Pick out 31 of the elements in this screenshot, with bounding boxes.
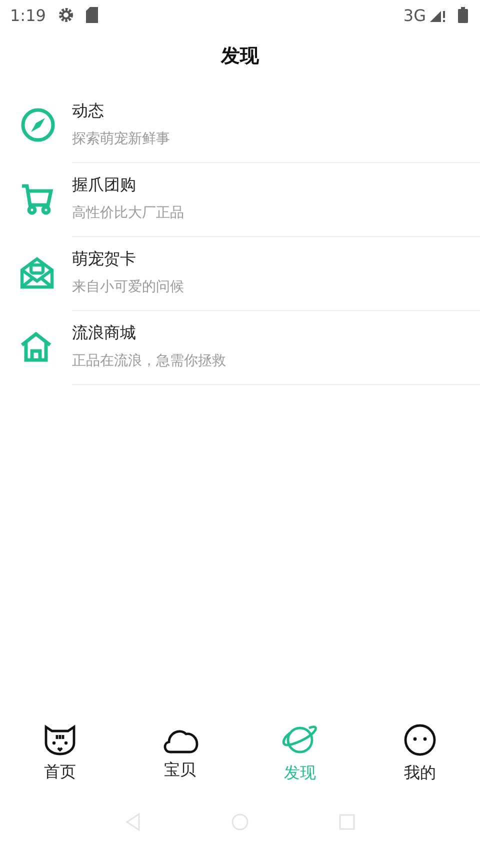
menu-item[interactable]: 握爪团购 高性价比大厂正品 [0,162,480,236]
recents-icon [339,814,355,830]
item-subtitle: 正品在流浪，急需你拯救 [72,352,227,370]
battery-icon [458,7,468,23]
item-subtitle: 高性价比大厂正品 [72,204,185,222]
item-title: 动态 [72,101,105,122]
item-title: 流浪商城 [72,323,137,344]
menu-item[interactable]: 流浪商城 正品在流浪，急需你拯救 [0,310,480,384]
settings-icon [58,7,74,23]
item-title: 握爪团购 [72,175,137,196]
tab[interactable]: 首页 [0,715,120,791]
tab[interactable]: 宝贝 [120,715,240,791]
network-type: 3G [403,6,426,24]
face-icon [403,722,437,756]
envelope-icon [20,256,54,290]
house-icon [20,331,52,363]
back-icon [125,813,141,831]
page-title: 发现 [220,44,260,69]
signal-icon [430,8,446,22]
cart-icon [20,183,54,215]
item-subtitle: 探索萌宠新鲜事 [72,130,171,148]
home-icon [231,813,249,831]
menu-item[interactable]: 萌宠贺卡 来自小可爱的问候 [0,236,480,310]
item-title: 萌宠贺卡 [72,249,137,270]
status-time: 1:19 [10,6,46,24]
compass-icon [20,107,56,143]
item-subtitle: 来自小可爱的问候 [72,278,185,296]
menu-item[interactable]: 动态 探索萌宠新鲜事 [0,88,480,162]
sd-card-icon [86,7,98,23]
cat-icon [43,724,77,756]
tab[interactable]: 我的 [360,715,480,791]
